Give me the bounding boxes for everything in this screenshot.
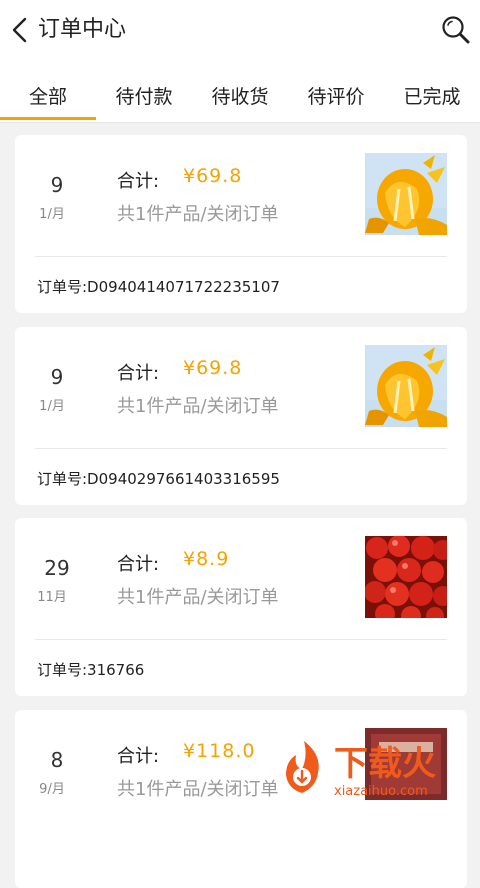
active-tab-indicator <box>0 117 96 120</box>
order-number: 订单号:D0940297661403316595 <box>37 470 280 488</box>
orange-image <box>365 153 447 235</box>
card-divider <box>35 639 447 640</box>
top-bar: 订单中心 <box>0 0 480 60</box>
order-card[interactable]: 9 1/月 合计: ¥69.8 共1件产品/关闭订单 订单号:D09404140… <box>15 135 467 313</box>
total-label: 合计: <box>117 554 160 575</box>
order-number: 订单号:D0940414071722235107 <box>37 278 280 296</box>
total-price: ¥118.0 <box>183 740 256 762</box>
flame-logo-icon: 下载火 xiazaihuo.com <box>286 741 436 799</box>
product-thumbnail[interactable] <box>365 536 447 618</box>
total-label: 合计: <box>117 363 160 384</box>
total-label: 合计: <box>117 746 160 767</box>
tab-pending-receipt[interactable]: 待收货 <box>192 60 288 122</box>
order-day: 8 <box>50 748 64 772</box>
watermark-logo: 下载火 xiazaihuo.com <box>282 733 480 800</box>
order-summary: 共1件产品/关闭订单 <box>117 779 279 800</box>
total-label: 合计: <box>117 171 160 192</box>
tab-label: 全部 <box>28 86 67 108</box>
order-card[interactable]: 29 11月 合计: ¥8.9 共1件产品/关闭订单 订单号:316766 <box>15 518 467 696</box>
tab-pending-payment[interactable]: 待付款 <box>96 60 192 122</box>
back-button[interactable] <box>8 14 32 46</box>
product-thumbnail[interactable] <box>365 153 447 235</box>
tomato-image <box>365 536 447 618</box>
page-title: 订单中心 <box>38 17 127 42</box>
total-price: ¥8.9 <box>183 548 230 570</box>
order-tabs: 全部 待付款 待收货 待评价 已完成 <box>0 60 480 123</box>
order-month: 11月 <box>37 590 67 605</box>
tab-all[interactable]: 全部 <box>0 60 96 122</box>
order-number: 订单号:316766 <box>37 661 145 679</box>
order-month: 1/月 <box>39 207 65 222</box>
tab-completed[interactable]: 已完成 <box>384 60 480 122</box>
search-icon <box>442 16 470 44</box>
tab-label: 待收货 <box>211 86 269 108</box>
search-button[interactable] <box>440 14 472 46</box>
watermark-subtext: xiazaihuo.com <box>334 784 428 799</box>
tab-pending-review[interactable]: 待评价 <box>288 60 384 122</box>
card-divider <box>35 256 447 257</box>
tab-label: 已完成 <box>403 86 461 108</box>
tab-label: 待付款 <box>115 86 173 108</box>
order-day: 9 <box>50 173 64 197</box>
order-summary: 共1件产品/关闭订单 <box>117 587 279 608</box>
tab-label: 待评价 <box>307 86 365 108</box>
card-divider <box>35 448 447 449</box>
order-month: 1/月 <box>39 399 65 414</box>
chevron-left-icon <box>12 17 27 43</box>
watermark-text: 下载火 <box>334 744 436 784</box>
order-day: 29 <box>44 556 70 580</box>
product-thumbnail[interactable] <box>365 345 447 427</box>
order-day: 9 <box>50 365 64 389</box>
total-price: ¥69.8 <box>183 357 243 379</box>
order-summary: 共1件产品/关闭订单 <box>117 396 279 417</box>
orange-image <box>365 345 447 427</box>
order-card[interactable]: 9 1/月 合计: ¥69.8 共1件产品/关闭订单 订单号:D09402976… <box>15 327 467 505</box>
order-summary: 共1件产品/关闭订单 <box>117 204 279 225</box>
order-month: 9/月 <box>39 782 65 797</box>
total-price: ¥69.8 <box>183 165 243 187</box>
